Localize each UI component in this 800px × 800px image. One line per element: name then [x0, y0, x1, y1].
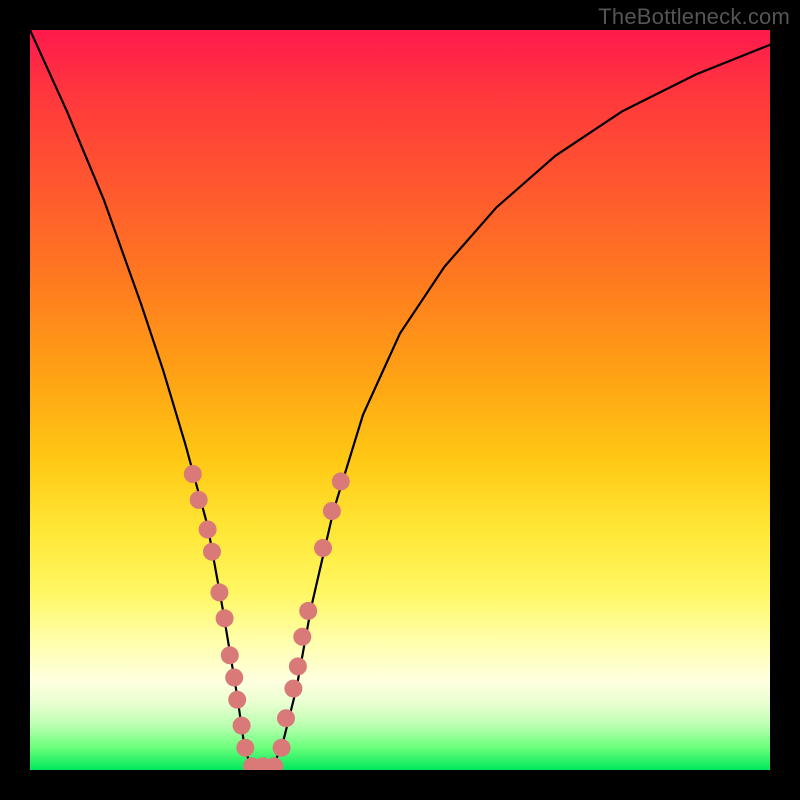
- data-marker: [233, 717, 251, 735]
- data-marker: [210, 583, 228, 601]
- chart-svg: [30, 30, 770, 770]
- data-marker: [228, 691, 246, 709]
- watermark-text: TheBottleneck.com: [598, 4, 790, 30]
- data-marker: [199, 521, 217, 539]
- data-marker: [184, 465, 202, 483]
- data-marker: [190, 491, 208, 509]
- data-marker: [225, 669, 243, 687]
- data-marker: [314, 539, 332, 557]
- data-marker: [299, 602, 317, 620]
- data-marker: [216, 609, 234, 627]
- data-marker: [221, 646, 239, 664]
- bottleneck-curve-path: [30, 30, 770, 770]
- data-marker: [323, 502, 341, 520]
- chart-frame: TheBottleneck.com: [0, 0, 800, 800]
- marker-group: [184, 465, 350, 770]
- data-marker: [273, 739, 291, 757]
- data-marker: [284, 680, 302, 698]
- data-marker: [203, 543, 221, 561]
- data-marker: [277, 709, 295, 727]
- data-marker: [236, 739, 254, 757]
- data-marker: [289, 657, 307, 675]
- data-marker: [332, 472, 350, 490]
- data-marker: [293, 628, 311, 646]
